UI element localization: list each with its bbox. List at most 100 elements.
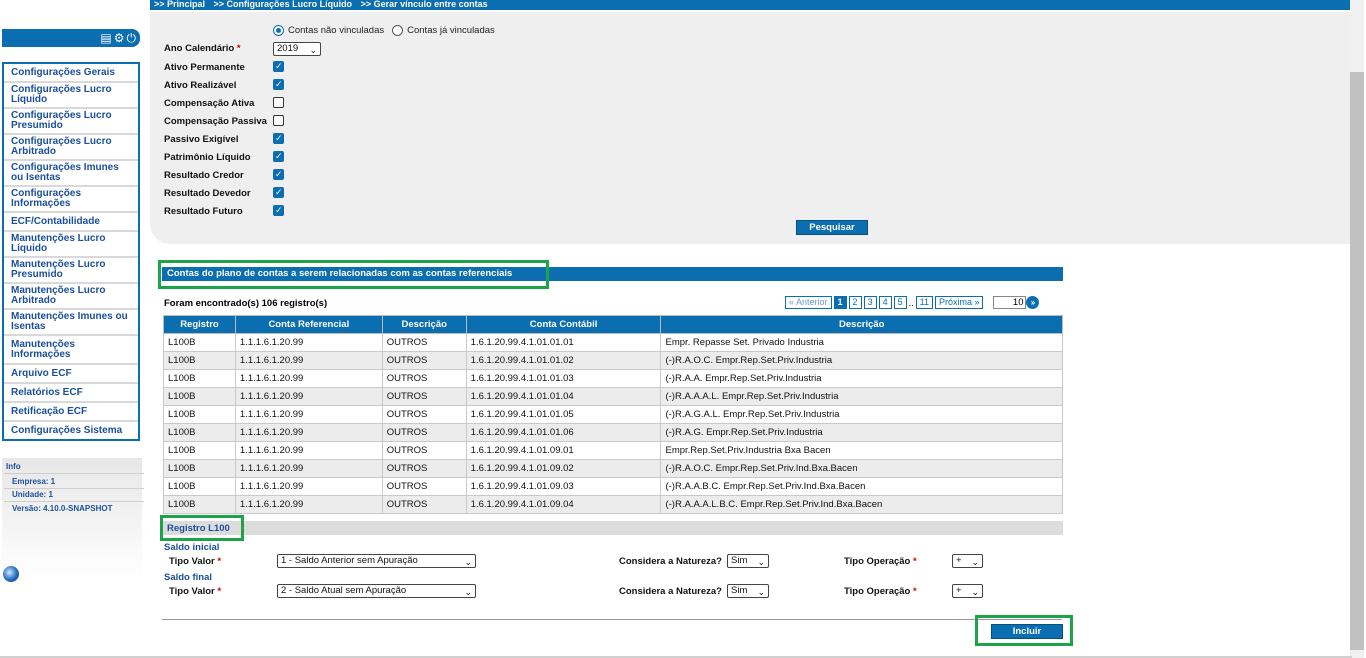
page-size-input[interactable]: 10 xyxy=(993,296,1027,309)
pager-page-1[interactable]: 1 xyxy=(833,296,847,309)
column-header-conta-contabil[interactable]: Conta Contábil xyxy=(465,315,662,334)
cell-conta-contabil: 1.6.1.20.99.4.1.01.09.01 xyxy=(465,441,662,460)
cell-conta-referencial: 1.1.1.6.1.20.99 xyxy=(234,369,383,388)
table-row[interactable]: L100B 1.1.1.6.1.20.99 OUTROS 1.6.1.20.99.4.… xyxy=(163,387,1063,406)
pager-page-4[interactable]: 4 xyxy=(878,296,892,309)
breadcrumb-item-config-lucro-liquido[interactable]: >> Configurações Lucro Líquido xyxy=(214,0,353,9)
sidebar-item-retificacao-ecf[interactable]: Retificação ECF xyxy=(4,403,138,422)
sidebar-item-configuracoes-sistema[interactable]: Configurações Sistema xyxy=(4,422,138,439)
ano-calendario-label: Ano Calendário * xyxy=(164,43,241,54)
table-row[interactable]: L100B 1.1.1.6.1.20.99 OUTROS 1.6.1.20.99.4.… xyxy=(163,441,1063,460)
chevron-down-icon: ⌄ xyxy=(464,557,472,567)
cell-conta-contabil: 1.6.1.20.99.4.1.01.09.04 xyxy=(465,495,662,514)
saldo-inicial-label: Saldo inicial xyxy=(164,542,220,553)
report-icon[interactable]: ▤ xyxy=(100,31,111,45)
cell-descricao-contabil: (-)R.A.A. Empr.Rep.Set.Priv.Industria xyxy=(660,369,1063,388)
tipo-valor-inicial-select[interactable]: 1 - Saldo Anterior sem Apuração ⌄ xyxy=(277,554,476,568)
pager-page-3[interactable]: 3 xyxy=(863,296,877,309)
sidebar-item-manutencoes-lucro-presumido[interactable]: Manutenções Lucro Presumido xyxy=(4,258,138,284)
pager-page-last[interactable]: 11 xyxy=(915,296,933,309)
sidebar-item-manutencoes-informacoes[interactable]: Manutenções Informações xyxy=(4,336,138,365)
sidebar-header: ▤ ⚙ ⏻ xyxy=(2,29,140,47)
sidebar-item-arquivo-ecf[interactable]: Arquivo ECF xyxy=(4,365,138,384)
go-arrow-icon[interactable]: » xyxy=(1026,296,1040,309)
cell-descricao-contabil: Empr. Repasse Set. Privado Industria xyxy=(660,333,1063,352)
ano-calendario-select[interactable]: 2019 ⌄ xyxy=(273,42,321,56)
table-row[interactable]: L100B 1.1.1.6.1.20.99 OUTROS 1.6.1.20.99.4.… xyxy=(163,351,1063,370)
cell-descricao-contabil: (-)R.A.O.C. Empr.Rep.Set.Priv.Ind.Bxa.Ba… xyxy=(660,459,1063,478)
cell-conta-referencial: 1.1.1.6.1.20.99 xyxy=(234,405,383,424)
table-row[interactable]: L100B 1.1.1.6.1.20.99 OUTROS 1.6.1.20.99.4.… xyxy=(163,495,1063,514)
sidebar-item-configuracoes-imunes-isentas[interactable]: Configurações Imunes ou Isentas xyxy=(4,161,138,187)
cell-descricao-contabil: (-)R.A.A.B.C. Empr.Rep.Set.Priv.Ind.Bxa.… xyxy=(660,477,1063,496)
cell-descricao-contabil: (-)R.A.A.A.L. Empr.Rep.Set.Priv.Industri… xyxy=(660,387,1063,406)
pager-next-button[interactable]: Próxima » xyxy=(934,296,984,309)
info-versao: Versão: 4.10.0-SNAPSHOT xyxy=(12,504,113,513)
operacao-inicial-select[interactable]: + ⌄ xyxy=(952,554,983,568)
sidebar-item-configuracoes-gerais[interactable]: Configurações Gerais xyxy=(4,64,138,83)
natureza-inicial-select[interactable]: Sim ⌄ xyxy=(727,554,769,568)
checkbox-resultado-devedor[interactable] xyxy=(273,187,284,198)
sidebar-item-manutencoes-lucro-liquido[interactable]: Manutenções Lucro Líquido xyxy=(4,232,138,258)
sidebar-item-manutencoes-lucro-arbitrado[interactable]: Manutenções Lucro Arbitrado xyxy=(4,284,138,310)
table-row[interactable]: L100B 1.1.1.6.1.20.99 OUTROS 1.6.1.20.99.4.… xyxy=(163,477,1063,496)
sidebar-item-manutencoes-imunes-isentas[interactable]: Manutenções Imunes ou Isentas xyxy=(4,310,138,336)
sidebar-item-configuracoes-lucro-arbitrado[interactable]: Configurações Lucro Arbitrado xyxy=(4,135,138,161)
checkbox-label: Passivo Exigível xyxy=(164,134,239,145)
chevron-down-icon: ⌄ xyxy=(309,45,317,55)
column-header-descricao-contabil[interactable]: Descrição xyxy=(660,315,1063,334)
natureza-final-select[interactable]: Sim ⌄ xyxy=(727,584,769,598)
cell-descricao-contabil: (-)R.A.G. Empr.Rep.Set.Priv.Industria xyxy=(660,423,1063,442)
sidebar-item-configuracoes-lucro-liquido[interactable]: Configurações Lucro Líquido xyxy=(4,83,138,109)
natureza-label: Considera a Natureza? xyxy=(619,556,722,567)
cell-descricao: OUTROS xyxy=(381,441,467,460)
checkbox-compensacao-ativa[interactable] xyxy=(273,97,284,108)
column-header-registro[interactable]: Registro xyxy=(163,315,236,334)
checkbox-resultado-futuro[interactable] xyxy=(273,205,284,216)
cell-descricao: OUTROS xyxy=(381,333,467,352)
tipo-valor-label: Tipo Valor * xyxy=(169,556,222,567)
tipo-valor-final-select[interactable]: 2 - Saldo Atual sem Apuração ⌄ xyxy=(277,584,476,598)
checkbox-compensacao-passiva[interactable] xyxy=(273,115,284,126)
table-row[interactable]: L100B 1.1.1.6.1.20.99 OUTROS 1.6.1.20.99.4.… xyxy=(163,459,1063,478)
pager-page-5[interactable]: 5 xyxy=(893,296,907,309)
operacao-final-select[interactable]: + ⌄ xyxy=(952,584,983,598)
chevron-down-icon: ⌄ xyxy=(971,557,979,567)
results-table: Registro Conta Referencial Descrição Con… xyxy=(163,315,1063,514)
table-row[interactable]: L100B 1.1.1.6.1.20.99 OUTROS 1.6.1.20.99.4.… xyxy=(163,423,1063,442)
checkbox-passivo-exigivel[interactable] xyxy=(273,133,284,144)
radio-contas-ja-vinculadas[interactable] xyxy=(392,25,404,36)
search-button[interactable]: Pesquisar xyxy=(796,220,868,235)
column-header-descricao[interactable]: Descrição xyxy=(381,315,467,334)
info-title: Info xyxy=(6,462,21,471)
chevron-down-icon: ⌄ xyxy=(971,587,979,597)
checkbox-patrimonio-liquido[interactable] xyxy=(273,151,284,162)
table-row[interactable]: L100B 1.1.1.6.1.20.99 OUTROS 1.6.1.20.99.4.… xyxy=(163,369,1063,388)
highlight-box xyxy=(158,260,549,289)
sidebar-item-ecf-contabilidade[interactable]: ECF/Contabilidade xyxy=(4,213,138,232)
scrollbar-thumb[interactable] xyxy=(1350,72,1364,650)
pager-prev-button[interactable]: « Anterior xyxy=(785,296,832,309)
include-button[interactable]: Incluir xyxy=(991,624,1063,639)
sidebar-item-relatorios-ecf[interactable]: Relatórios ECF xyxy=(4,384,138,403)
table-row[interactable]: L100B 1.1.1.6.1.20.99 OUTROS 1.6.1.20.99.4.… xyxy=(163,405,1063,424)
cell-conta-contabil: 1.6.1.20.99.4.1.01.09.02 xyxy=(465,459,662,478)
checkbox-ativo-realizavel[interactable] xyxy=(273,79,284,90)
pager-page-2[interactable]: 2 xyxy=(848,296,862,309)
info-empresa: Empresa: 1 xyxy=(12,477,56,486)
checkbox-ativo-permanente[interactable] xyxy=(273,61,284,72)
cell-conta-contabil: 1.6.1.20.99.4.1.01.01.03 xyxy=(465,369,662,388)
cell-conta-contabil: 1.6.1.20.99.4.1.01.01.05 xyxy=(465,405,662,424)
table-row[interactable]: L100B 1.1.1.6.1.20.99 OUTROS 1.6.1.20.99.4.… xyxy=(163,333,1063,352)
column-header-conta-referencial[interactable]: Conta Referencial xyxy=(234,315,383,334)
checkbox-resultado-credor[interactable] xyxy=(273,169,284,180)
tipo-valor-label: Tipo Valor * xyxy=(169,586,222,597)
sidebar-item-configuracoes-informacoes[interactable]: Configurações Informações xyxy=(4,187,138,213)
sidebar-item-configuracoes-lucro-presumido[interactable]: Configurações Lucro Presumido xyxy=(4,109,138,135)
chevron-down-icon: ⌄ xyxy=(757,557,765,567)
radio-contas-nao-vinculadas[interactable] xyxy=(273,25,284,36)
gear-icon[interactable]: ⚙ xyxy=(114,31,125,45)
power-icon[interactable]: ⏻ xyxy=(127,31,137,45)
cell-conta-contabil: 1.6.1.20.99.4.1.01.01.06 xyxy=(465,423,662,442)
breadcrumb-item-principal[interactable]: >> Principal xyxy=(154,0,205,9)
